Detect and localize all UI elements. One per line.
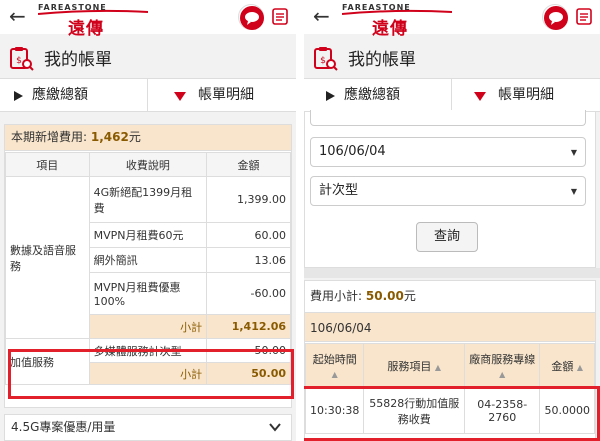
triangle-down-icon — [474, 92, 486, 101]
page-title: 我的帳單 — [348, 50, 416, 70]
app-header: ← FAREASTONE 遠傳 — [304, 0, 600, 39]
summary-unit: 元 — [128, 130, 141, 144]
svg-text:$: $ — [320, 56, 326, 66]
col-header: 收費說明 — [88, 152, 208, 177]
screenshot-root: ← FAREASTONE 遠傳 $ 我的帳單 應繳總額 帳單明細 本期新增費用:… — [0, 0, 600, 441]
tab-detail-label: 帳單明細 — [198, 87, 254, 103]
charge-amount: -60.00 — [206, 272, 291, 315]
triangle-right-icon — [326, 91, 335, 101]
right-panel: ← FAREASTONE 遠傳 $ 我的帳單 應繳總額 帳單明細 106/06/… — [304, 0, 600, 441]
col-header: 金額 — [206, 152, 291, 177]
arrow-left-icon[interactable]: ← — [9, 4, 26, 28]
date-header-bar: 106/06/04 — [305, 312, 595, 342]
date-select-value: 106/06/04 — [319, 144, 386, 159]
page-title-bar: $ 我的帳單 — [0, 40, 296, 74]
charge-desc: MVPN月租費60元 — [88, 222, 208, 248]
logo-top-text: FAREASTONE — [38, 3, 107, 12]
highlight-box — [304, 386, 600, 441]
subtotal-amount: 1,412.06 — [206, 314, 291, 339]
tab-detail[interactable]: 帳單明細 — [452, 79, 600, 112]
charge-amount: 1,399.00 — [206, 176, 291, 223]
logo-top-text: FAREASTONE — [342, 3, 411, 12]
col-header-line[interactable]: 廠商服務專線 ▲ — [463, 343, 541, 388]
sort-up-icon: ▲ — [499, 370, 506, 379]
tab-summary[interactable]: 應繳總額 — [0, 79, 148, 112]
col-header: 金額 — [551, 359, 574, 373]
sort-up-icon: ▲ — [434, 362, 442, 372]
fee-subtotal-label: 費用小計: — [310, 289, 363, 303]
type-select[interactable]: 計次型 ▼ — [310, 176, 586, 206]
col-header: 服務項目 — [387, 359, 432, 373]
table-row: 數據及語音服務 4G新絕配1399月租費 1,399.00 — [5, 176, 291, 339]
logo-main-text: 遠傳 — [68, 19, 104, 39]
summary-amount: 1,462 — [90, 130, 129, 144]
left-panel: ← FAREASTONE 遠傳 $ 我的帳單 應繳總額 帳單明細 本期新增費用:… — [0, 0, 296, 441]
summary-label: 本期新增費用: — [11, 130, 88, 144]
charge-amount: 60.00 — [206, 222, 291, 248]
caret-down-icon: ▼ — [570, 148, 577, 157]
date-header: 106/06/04 — [310, 321, 372, 335]
chat-bubble-icon[interactable] — [238, 4, 264, 30]
type-select-value: 計次型 — [319, 183, 359, 198]
summary-bar: 本期新增費用: 1,462元 — [5, 125, 291, 151]
col-header-time[interactable]: 起始時間 ▲ — [304, 343, 365, 388]
sort-up-icon: ▲ — [331, 370, 338, 379]
bill-tabs: 應繳總額 帳單明細 — [304, 78, 600, 112]
fee-subtotal-unit: 元 — [403, 289, 416, 303]
table-header-row: 項目 收費說明 金額 — [5, 152, 291, 177]
query-button[interactable]: 查詢 — [416, 222, 478, 252]
scrolled-select[interactable] — [310, 110, 586, 126]
sort-up-icon: ▲ — [576, 362, 584, 372]
charge-desc: MVPN月租費優惠100% — [88, 272, 208, 315]
group-name: 數據及語音服務 — [5, 176, 90, 339]
charge-desc: 4G新絕配1399月租費 — [88, 176, 208, 223]
col-header: 廠商服務專線 — [469, 353, 536, 366]
subtotal-label: 小計 — [88, 314, 208, 339]
page-title: 我的帳單 — [44, 50, 112, 70]
triangle-down-icon — [174, 92, 186, 101]
date-select[interactable]: 106/06/04 ▼ — [310, 137, 586, 167]
panel-divider — [296, 0, 304, 441]
caret-down-icon: ▼ — [570, 187, 577, 196]
bill-clipboard-icon: $ — [314, 47, 338, 71]
fareastone-logo: FAREASTONE 遠傳 — [342, 3, 452, 39]
col-header-amount[interactable]: 金額 ▲ — [539, 343, 595, 388]
collapse-label: 4.5G專案優惠/用量 — [11, 420, 116, 434]
document-list-icon[interactable] — [272, 8, 288, 25]
tab-summary[interactable]: 應繳總額 — [304, 79, 452, 112]
section-separator — [304, 268, 600, 278]
table-header-row: 起始時間 ▲ 服務項目 ▲ 廠商服務專線 ▲ 金額 ▲ — [304, 343, 595, 388]
app-header: ← FAREASTONE 遠傳 — [0, 0, 296, 39]
highlight-box — [8, 349, 294, 399]
arrow-left-icon[interactable]: ← — [313, 4, 330, 28]
col-header: 項目 — [5, 152, 90, 177]
tab-detail[interactable]: 帳單明細 — [148, 79, 296, 112]
bill-tabs: 應繳總額 帳單明細 — [0, 78, 296, 112]
fareastone-logo: FAREASTONE 遠傳 — [38, 3, 148, 39]
document-list-icon[interactable] — [576, 8, 592, 25]
svg-text:$: $ — [16, 56, 22, 66]
page-title-bar: $ 我的帳單 — [304, 40, 600, 74]
triangle-right-icon — [14, 91, 23, 101]
charge-amount: 13.06 — [206, 247, 291, 273]
logo-main-text: 遠傳 — [372, 19, 408, 39]
collapse-bar[interactable]: 4.5G專案優惠/用量 — [4, 414, 292, 441]
col-header-item[interactable]: 服務項目 ▲ — [363, 343, 465, 388]
charge-desc: 網外簡訊 — [88, 247, 208, 273]
fee-subtotal: 費用小計: 50.00元 — [310, 287, 416, 304]
col-header: 起始時間 — [312, 353, 357, 366]
bill-clipboard-icon: $ — [10, 47, 34, 71]
tab-summary-label: 應繳總額 — [32, 87, 88, 103]
tab-detail-label: 帳單明細 — [498, 87, 554, 103]
fee-subtotal-amount: 50.00 — [365, 289, 404, 303]
tab-summary-label: 應繳總額 — [344, 87, 400, 103]
chat-bubble-icon[interactable] — [542, 4, 568, 30]
chevron-down-icon — [269, 423, 281, 432]
